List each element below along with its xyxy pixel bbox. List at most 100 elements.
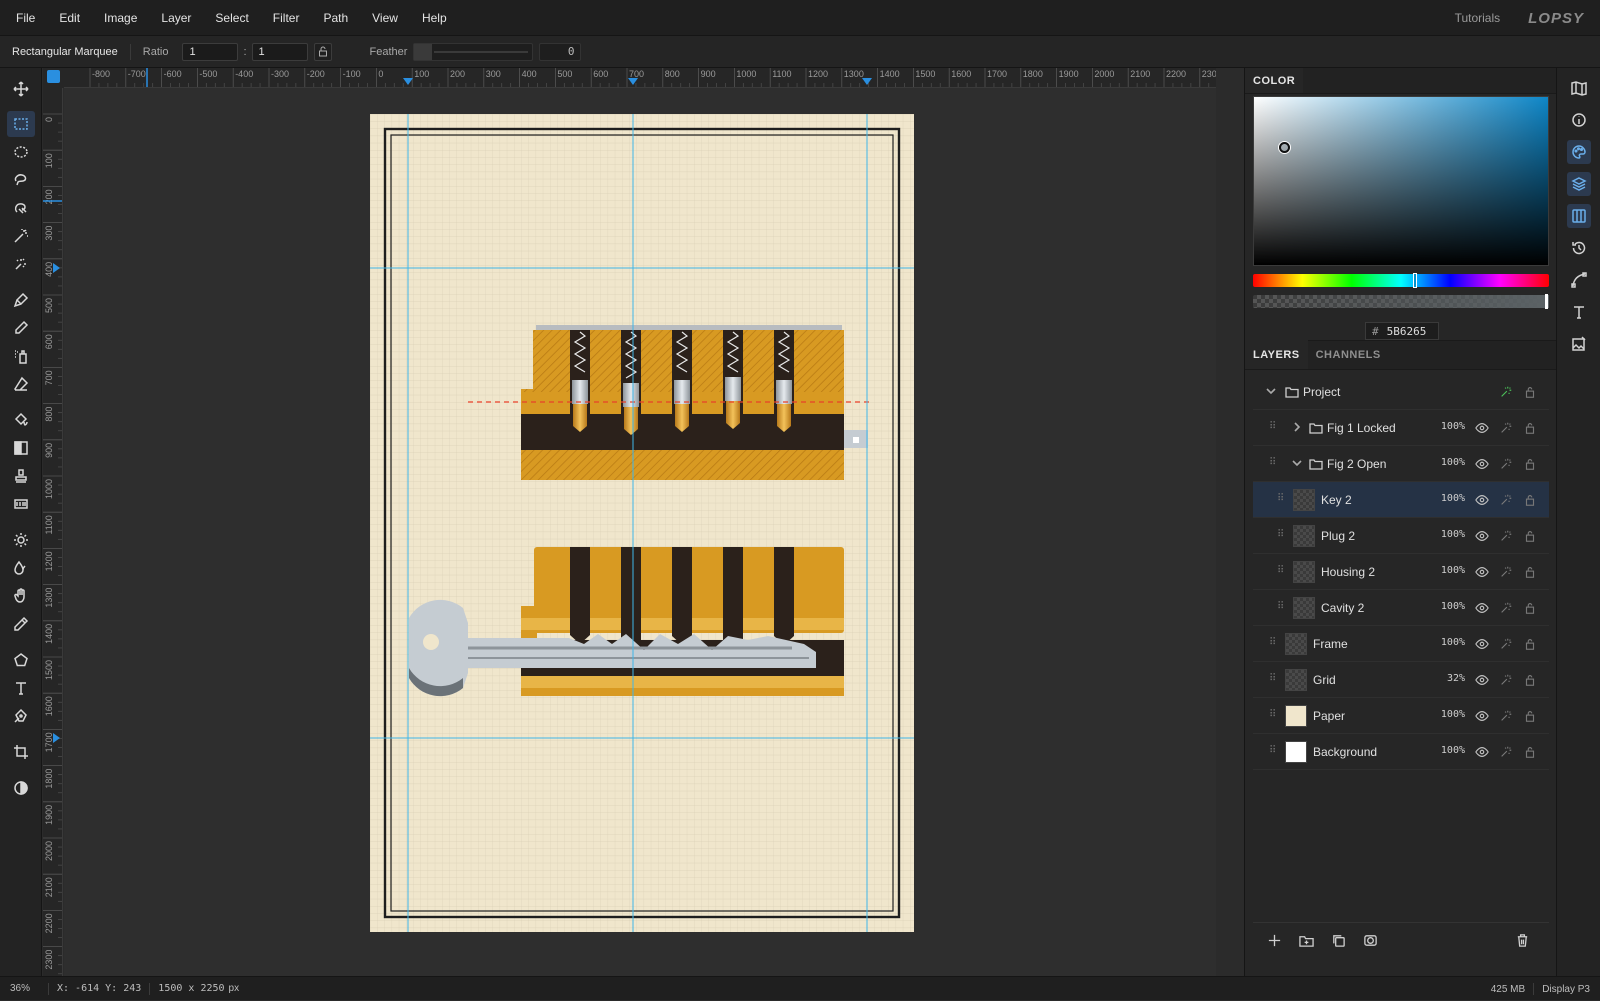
guide-marker[interactable]: [862, 78, 872, 85]
eraser-tool[interactable]: [7, 371, 35, 397]
mask-button[interactable]: [1363, 933, 1379, 949]
layer-opacity[interactable]: 32%: [1439, 673, 1465, 684]
layer-row[interactable]: ⠿ Key 2 100%: [1253, 482, 1549, 518]
menu-path[interactable]: Path: [323, 11, 348, 25]
layer-lock-toggle[interactable]: [1523, 421, 1539, 437]
layer-opacity[interactable]: 100%: [1439, 637, 1465, 648]
feather-slider[interactable]: [413, 42, 534, 61]
layer-effects-button[interactable]: [1499, 421, 1515, 437]
layer-lock-toggle[interactable]: [1523, 673, 1539, 689]
pen-tool[interactable]: [7, 703, 35, 729]
alpha-slider[interactable]: [1253, 294, 1549, 309]
color-swap-tool[interactable]: [7, 775, 35, 801]
menu-edit[interactable]: Edit: [59, 11, 80, 25]
layer-lock-toggle[interactable]: [1523, 637, 1539, 653]
layer-row[interactable]: Project: [1253, 374, 1549, 410]
visibility-toggle[interactable]: [1475, 457, 1491, 473]
magnetic-lasso-tool[interactable]: [7, 195, 35, 221]
tab-color[interactable]: COLOR: [1245, 68, 1304, 93]
new-layer-button[interactable]: [1267, 933, 1283, 949]
layer-opacity[interactable]: 100%: [1439, 457, 1465, 468]
lasso-tool[interactable]: [7, 167, 35, 193]
alpha-slider-handle[interactable]: [1545, 294, 1548, 309]
delete-layer-button[interactable]: [1515, 933, 1531, 949]
drag-handle-icon[interactable]: ⠿: [1269, 745, 1277, 757]
menu-help[interactable]: Help: [422, 11, 447, 25]
layer-effects-button[interactable]: [1499, 565, 1515, 581]
menu-view[interactable]: View: [372, 11, 398, 25]
layer-row[interactable]: ⠿ Fig 2 Open 100%: [1253, 446, 1549, 482]
layer-lock-toggle[interactable]: [1523, 529, 1539, 545]
pencil-tool[interactable]: [7, 315, 35, 341]
layer-effects-button[interactable]: [1499, 529, 1515, 545]
layer-opacity[interactable]: 100%: [1439, 709, 1465, 720]
layer-opacity[interactable]: 100%: [1439, 745, 1465, 756]
ruler-origin-marker[interactable]: [47, 70, 60, 83]
feather-slider-handle[interactable]: [414, 43, 433, 60]
layer-row[interactable]: ⠿ Housing 2 100%: [1253, 554, 1549, 590]
layer-row[interactable]: ⠿ Plug 2 100%: [1253, 518, 1549, 554]
ratio-width-input[interactable]: [182, 42, 239, 61]
drag-handle-icon[interactable]: ⠿: [1277, 529, 1285, 541]
expand-toggle[interactable]: [1291, 421, 1303, 433]
layer-opacity[interactable]: 100%: [1439, 601, 1465, 612]
layer-lock-toggle[interactable]: [1523, 745, 1539, 761]
spray-tool[interactable]: [7, 343, 35, 369]
layer-opacity[interactable]: 100%: [1439, 565, 1465, 576]
history-button[interactable]: [1567, 236, 1591, 260]
visibility-toggle[interactable]: [1475, 421, 1491, 437]
expand-toggle[interactable]: [1291, 457, 1303, 469]
layer-lock-toggle[interactable]: [1523, 601, 1539, 617]
canvas-viewport[interactable]: [64, 88, 1216, 976]
drag-handle-icon[interactable]: ⠿: [1269, 673, 1277, 685]
dodge-tool[interactable]: [7, 527, 35, 553]
menu-file[interactable]: File: [16, 11, 35, 25]
top-ruler[interactable]: -800 -700 -600 -500 -400 -300 -200 -100 0 100 200 3…: [64, 68, 1216, 88]
tab-layers[interactable]: LAYERS: [1245, 339, 1308, 369]
layer-effects-button[interactable]: [1499, 673, 1515, 689]
guide-marker[interactable]: [403, 78, 413, 85]
visibility-toggle[interactable]: [1475, 565, 1491, 581]
stamp-tool[interactable]: [7, 463, 35, 489]
move-tool[interactable]: [7, 76, 35, 102]
drag-handle-icon[interactable]: ⠿: [1269, 457, 1277, 469]
color-picker-cursor[interactable]: [1279, 142, 1290, 153]
menu-layer[interactable]: Layer: [161, 11, 191, 25]
layer-effects-button[interactable]: [1499, 457, 1515, 473]
layer-opacity[interactable]: 100%: [1439, 493, 1465, 504]
image-adjust-button[interactable]: [1567, 332, 1591, 356]
fill-tool[interactable]: [7, 407, 35, 433]
layer-lock-toggle[interactable]: [1523, 385, 1539, 401]
visibility-toggle[interactable]: [1475, 637, 1491, 653]
color-button[interactable]: [1567, 140, 1591, 164]
layer-lock-toggle[interactable]: [1523, 457, 1539, 473]
hue-slider-handle[interactable]: [1413, 273, 1417, 288]
layer-row[interactable]: ⠿ Cavity 2 100%: [1253, 590, 1549, 626]
document-canvas[interactable]: [64, 88, 1216, 976]
quick-select-tool[interactable]: [7, 251, 35, 277]
hex-input[interactable]: # 5B6265: [1365, 322, 1439, 340]
layer-effects-button[interactable]: [1499, 385, 1515, 401]
zoom-level[interactable]: 36%: [10, 983, 40, 994]
layer-effects-button[interactable]: [1499, 601, 1515, 617]
drag-handle-icon[interactable]: ⠿: [1269, 637, 1277, 649]
crop-tool[interactable]: [7, 739, 35, 765]
navigator-button[interactable]: [1567, 76, 1591, 100]
guide-marker[interactable]: [53, 733, 60, 743]
visibility-toggle[interactable]: [1475, 601, 1491, 617]
text-tool[interactable]: [7, 675, 35, 701]
visibility-toggle[interactable]: [1475, 709, 1491, 725]
hue-slider[interactable]: [1253, 273, 1549, 288]
layer-row[interactable]: ⠿ Paper 100%: [1253, 698, 1549, 734]
layer-row[interactable]: ⠿ Background 100%: [1253, 734, 1549, 770]
feather-value-field[interactable]: 0: [539, 42, 582, 61]
paths-button[interactable]: [1567, 268, 1591, 292]
layer-effects-button[interactable]: [1499, 745, 1515, 761]
magic-wand-tool[interactable]: [7, 223, 35, 249]
layer-lock-toggle[interactable]: [1523, 493, 1539, 509]
layers-button[interactable]: [1567, 172, 1591, 196]
layer-lock-toggle[interactable]: [1523, 709, 1539, 725]
eyedropper-tool[interactable]: [7, 611, 35, 637]
character-button[interactable]: [1567, 300, 1591, 324]
saturation-value-picker[interactable]: [1253, 96, 1549, 266]
